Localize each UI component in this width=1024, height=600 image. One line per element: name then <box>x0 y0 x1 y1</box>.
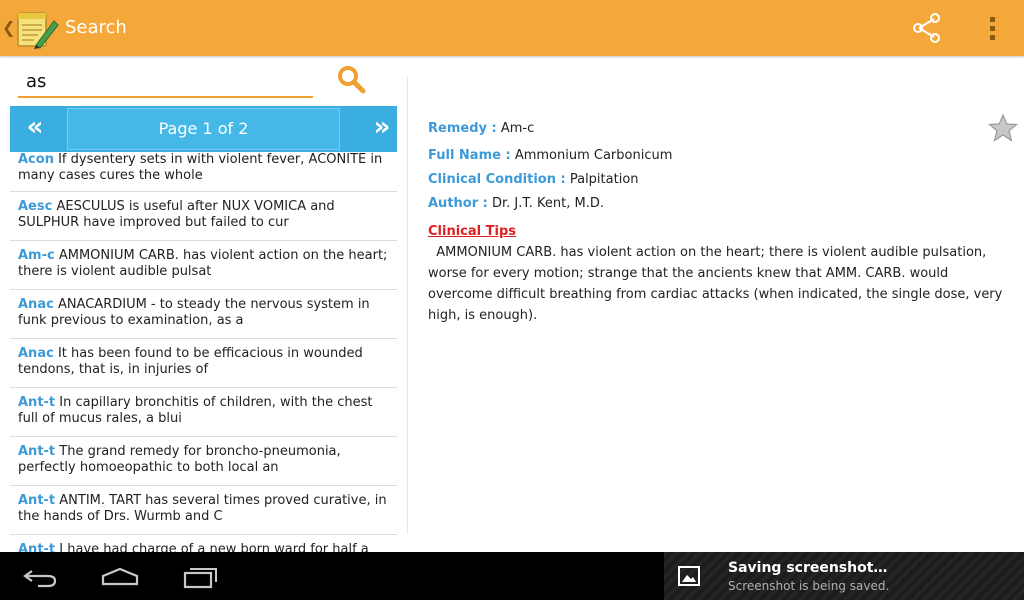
notification[interactable]: Saving screenshot… Screenshot is being s… <box>664 552 1024 600</box>
favorite-button[interactable] <box>987 113 1019 143</box>
search-icon <box>338 66 366 94</box>
author-row: Author : Dr. J.T. Kent, M.D. <box>428 196 604 211</box>
image-icon <box>678 566 700 586</box>
remedy-abbr: Anac <box>18 297 54 312</box>
notification-title: Saving screenshot… <box>728 560 888 576</box>
remedy-abbr: Ant-t <box>18 542 56 552</box>
previous-page-button[interactable]: « <box>10 106 60 152</box>
star-icon <box>987 113 1019 142</box>
search-input[interactable] <box>18 66 313 98</box>
back-icon <box>23 570 57 588</box>
result-snippet: In capillary bronchitis of children, wit… <box>18 395 373 426</box>
list-item[interactable]: Ant-t In capillary bronchitis of childre… <box>10 388 397 437</box>
recent-apps-icon <box>183 568 217 589</box>
condition-row: Clinical Condition : Palpitation <box>428 172 639 187</box>
result-snippet: AESCULUS is useful after NUX VOMICA and … <box>18 199 335 230</box>
fullname-label: Full Name : <box>428 148 511 163</box>
recent-apps-button[interactable] <box>180 564 220 590</box>
remedy-value: Am-c <box>500 121 535 136</box>
remedy-abbr: Anac <box>18 346 54 361</box>
result-snippet: AMMONIUM CARB. has violent action on the… <box>18 248 388 279</box>
remedy-label: Remedy : <box>428 121 497 136</box>
list-item[interactable]: Acon If dysentery sets in with violent f… <box>10 152 397 192</box>
clinical-tips-heading: Clinical Tips <box>428 224 516 239</box>
list-item[interactable]: Ant-t The grand remedy for broncho-pneum… <box>10 437 397 486</box>
remedy-abbr: Am-c <box>18 248 55 263</box>
fullname-value: Ammonium Carbonicum <box>514 148 673 163</box>
share-icon <box>913 13 940 43</box>
clinical-tips-text: AMMONIUM CARB. has violent action on the… <box>428 242 1008 326</box>
list-item[interactable]: Anac ANACARDIUM - to steady the nervous … <box>10 290 397 339</box>
pane-divider <box>407 76 408 534</box>
system-nav-bar: Saving screenshot… Screenshot is being s… <box>0 552 1024 600</box>
result-snippet: If dysentery sets in with violent fever,… <box>18 152 383 183</box>
back-button[interactable] <box>20 564 60 590</box>
next-page-button[interactable]: » <box>367 106 397 152</box>
result-snippet: ANTIM. TART has several times proved cur… <box>18 493 387 524</box>
notepad-pencil-icon[interactable] <box>14 7 60 49</box>
overflow-menu-icon <box>990 17 995 40</box>
list-item[interactable]: Ant-t ANTIM. TART has several times prov… <box>10 486 397 535</box>
list-item[interactable]: Anac It has been found to be efficacious… <box>10 339 397 388</box>
search-button[interactable] <box>334 62 370 98</box>
list-item[interactable]: Am-c AMMONIUM CARB. has violent action o… <box>10 241 397 290</box>
action-bar: ❮ Search <box>0 0 1024 56</box>
overflow-menu-button[interactable] <box>976 8 1008 48</box>
result-snippet: ANACARDIUM - to steady the nervous syste… <box>18 297 370 328</box>
results-list: Acon If dysentery sets in with violent f… <box>10 152 397 552</box>
list-item[interactable]: Aesc AESCULUS is useful after NUX VOMICA… <box>10 192 397 241</box>
pager: « Page 1 of 2 » <box>10 106 397 152</box>
remedy-abbr: Ant-t <box>18 493 56 508</box>
fullname-row: Full Name : Ammonium Carbonicum <box>428 148 672 163</box>
clinical-tips-body: AMMONIUM CARB. has violent action on the… <box>428 245 1003 323</box>
page-indicator[interactable]: Page 1 of 2 <box>67 108 340 150</box>
home-icon <box>101 567 139 586</box>
share-button[interactable] <box>906 8 946 48</box>
remedy-abbr: Ant-t <box>18 444 56 459</box>
author-label: Author : <box>428 196 488 211</box>
condition-label: Clinical Condition : <box>428 172 566 187</box>
notification-text: Screenshot is being saved. <box>728 579 890 593</box>
condition-value: Palpitation <box>569 172 639 187</box>
remedy-abbr: Ant-t <box>18 395 56 410</box>
remedy-row: Remedy : Am-c <box>428 121 534 136</box>
author-value: Dr. J.T. Kent, M.D. <box>492 196 605 211</box>
home-button[interactable] <box>100 564 140 590</box>
result-snippet: I have had charge of a new born ward for… <box>59 542 369 552</box>
remedy-abbr: Aesc <box>18 199 53 214</box>
result-snippet: The grand remedy for broncho-pneumonia, … <box>18 444 341 475</box>
result-snippet: It has been found to be efficacious in w… <box>18 346 363 377</box>
list-item[interactable]: Ant-t I have had charge of a new born wa… <box>10 535 397 552</box>
remedy-abbr: Acon <box>18 152 54 167</box>
page-title: Search <box>65 17 127 38</box>
